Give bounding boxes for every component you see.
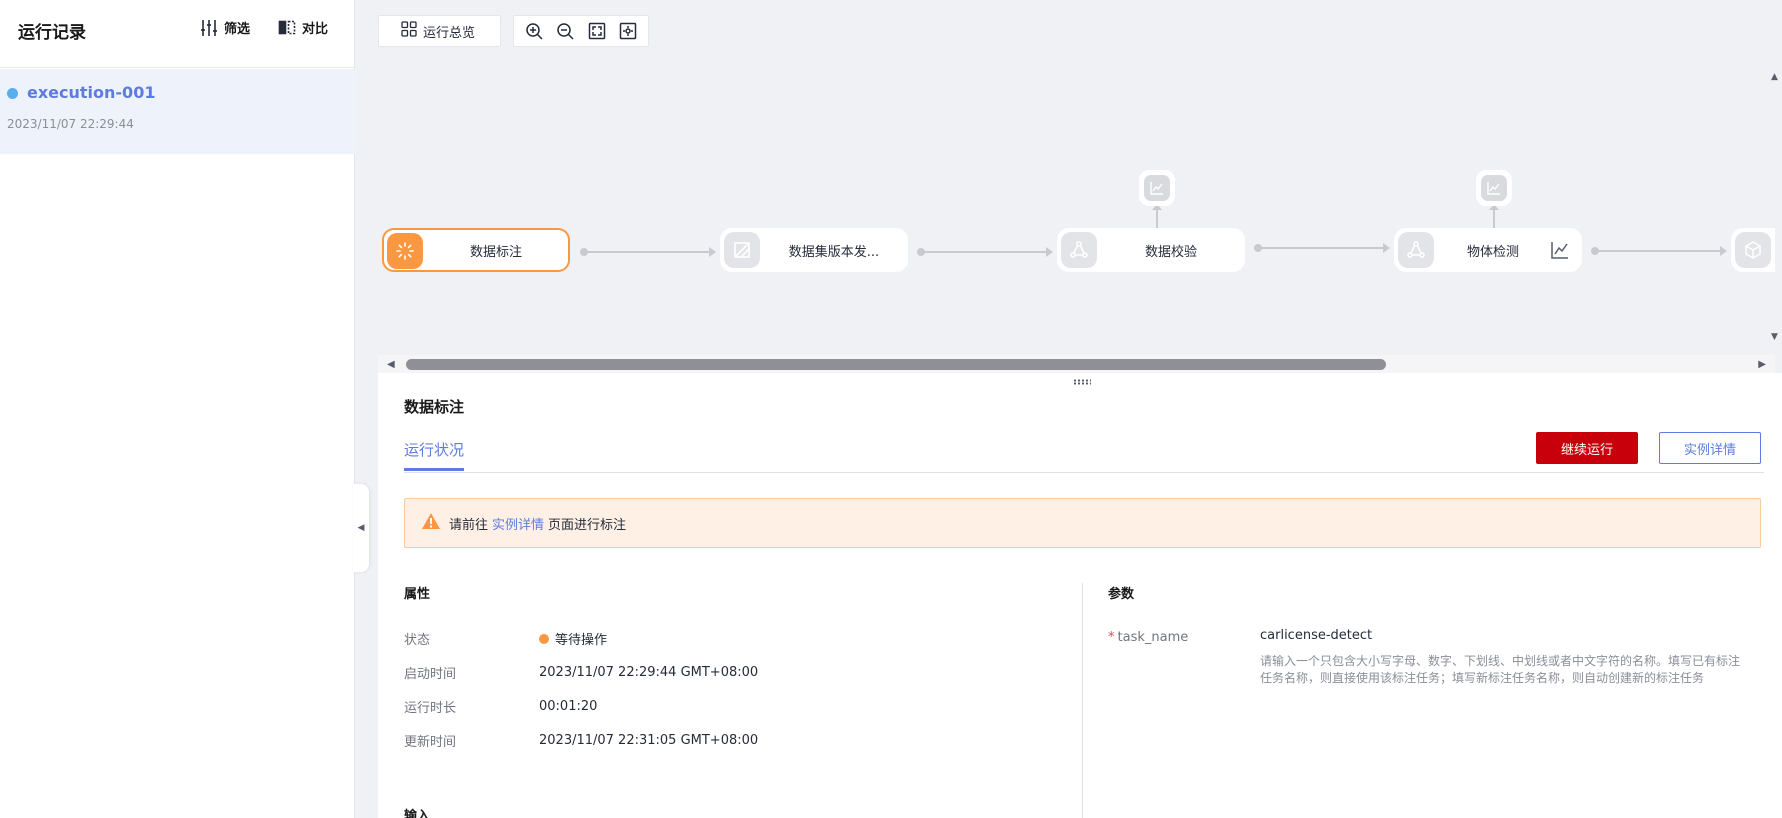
attr-row-update-time: 更新时间 2023/11/07 22:31:05 GMT+08:00: [404, 731, 758, 750]
param-hint: 请输入一个只包含大小写字母、数字、下划线、中划线或者中文字符的名称。填写已有标注…: [1260, 654, 1741, 685]
zoom-in-icon[interactable]: [522, 19, 546, 43]
line-chart-icon: [1144, 175, 1170, 201]
canvas-vertical-scrollbar[interactable]: ▲ ▼: [1770, 72, 1782, 342]
caret-right-icon[interactable]: ▶: [1758, 359, 1766, 370]
workflow-icon: [1061, 232, 1097, 268]
required-mark: *: [1108, 630, 1115, 645]
status-dot: [539, 633, 549, 644]
compare-label: 对比: [302, 22, 329, 37]
loading-icon: [387, 233, 423, 269]
alert-suffix: 页面进行标注: [548, 517, 627, 533]
node-label: 数据标注: [469, 244, 522, 260]
zoom-toolbar: [513, 15, 649, 47]
scrollbar-thumb[interactable]: [406, 359, 1386, 370]
metrics-node[interactable]: [1476, 170, 1512, 206]
attr-value: 00:01:20: [539, 699, 598, 714]
attr-key: 更新时间: [404, 735, 457, 750]
warning-icon: [421, 512, 441, 534]
tab-divider: [404, 472, 1764, 473]
param-key: * task_name: [1108, 630, 1188, 645]
attr-value: 2023/11/07 22:29:44 GMT+08:00: [539, 665, 759, 680]
pipeline-node-next[interactable]: [1731, 228, 1775, 272]
caret-left-icon[interactable]: ◀: [387, 359, 395, 370]
continue-run-button[interactable]: 继续运行: [1536, 432, 1638, 464]
grid-icon: [401, 21, 417, 41]
status-text: 等待操作: [555, 633, 608, 648]
overview-button[interactable]: 运行总览: [378, 15, 501, 47]
input-title: 输入: [404, 809, 431, 818]
pipeline-link-up: [1152, 204, 1162, 228]
filter-label: 筛选: [224, 22, 251, 37]
pipeline-edge: [1254, 243, 1390, 253]
attr-row-status: 状态 等待操作: [404, 629, 607, 648]
node-label: 物体检测: [1466, 244, 1519, 260]
node-label: 数据校验: [1144, 244, 1197, 260]
filter-icon: [200, 19, 218, 37]
pipeline-node-object-detection[interactable]: 物体检测: [1394, 228, 1582, 272]
attr-row-duration: 运行时长 00:01:20: [404, 697, 597, 716]
alert-banner: 请前往 实例详情 页面进行标注: [404, 498, 1761, 548]
alert-prefix: 请前往: [449, 517, 489, 533]
node-detail-panel: 数据标注 运行状况 继续运行 实例详情 请前往 实例详情 页面进行标注 属性 状…: [378, 373, 1782, 818]
attr-key: 状态: [404, 633, 431, 648]
instance-details-button[interactable]: 实例详情: [1659, 432, 1761, 464]
pipeline-edge: [580, 247, 716, 257]
line-chart-icon: [1481, 175, 1507, 201]
caret-left-icon: ◀: [357, 523, 365, 533]
filter-button[interactable]: 筛选: [200, 18, 250, 37]
run-list-item[interactable]: execution-001 2023/11/07 22:29:44: [0, 69, 355, 154]
sidebar-title: 运行记录: [18, 23, 86, 43]
pipeline-edge: [1591, 246, 1727, 256]
zoom-out-icon[interactable]: [553, 19, 577, 43]
pipeline-node-dataset-release[interactable]: 数据集版本发...: [720, 228, 908, 272]
attr-key: 运行时长: [404, 701, 457, 716]
attributes-title: 属性: [404, 587, 431, 602]
parameters-title: 参数: [1108, 587, 1135, 602]
pipeline-node-data-validation[interactable]: 数据校验: [1057, 228, 1245, 272]
cube-icon: [1735, 232, 1771, 268]
fit-screen-icon[interactable]: [585, 19, 609, 43]
alert-instance-link[interactable]: 实例详情: [492, 514, 544, 533]
dataset-icon: [724, 232, 760, 268]
pipeline-canvas: 数据标注 数据集版本发... 数据校验 物体检测: [355, 60, 1775, 355]
caret-down-icon[interactable]: ▼: [1771, 332, 1778, 342]
panel-title: 数据标注: [404, 398, 465, 416]
tab-run-status[interactable]: 运行状况: [404, 439, 465, 471]
node-label: 数据集版本发...: [788, 244, 880, 260]
compare-button[interactable]: 对比: [278, 18, 328, 37]
workflow-icon: [1398, 232, 1434, 268]
pipeline-edge: [917, 247, 1053, 257]
pipeline-node-data-labeling[interactable]: 数据标注: [382, 228, 570, 272]
attr-row-start-time: 启动时间 2023/11/07 22:29:44 GMT+08:00: [404, 663, 758, 682]
attr-value: 等待操作: [539, 629, 607, 648]
run-time: 2023/11/07 22:29:44: [7, 117, 134, 131]
sidebar-header: 运行记录 筛选 对比: [0, 0, 355, 68]
sidebar-collapse-handle[interactable]: ◀: [353, 484, 369, 572]
param-value[interactable]: carlicense-detect: [1260, 628, 1372, 643]
overview-label: 运行总览: [423, 25, 476, 41]
pipeline-link-up: [1489, 204, 1499, 228]
section-divider: [1082, 583, 1083, 818]
caret-up-icon[interactable]: ▲: [1771, 72, 1778, 82]
run-status-dot: [7, 88, 18, 99]
metrics-node[interactable]: [1139, 170, 1175, 206]
resize-handle[interactable]: [1073, 379, 1091, 385]
canvas-horizontal-scrollbar[interactable]: ◀ ▶: [378, 355, 1775, 373]
run-records-sidebar: 运行记录 筛选 对比 execution-001 2023/11/07 22:2…: [0, 0, 355, 818]
compare-icon: [278, 19, 296, 37]
line-chart-icon[interactable]: [1550, 240, 1570, 264]
attr-value: 2023/11/07 22:31:05 GMT+08:00: [539, 733, 759, 748]
run-name: execution-001: [27, 83, 156, 102]
param-key-text: task_name: [1117, 630, 1189, 645]
attr-key: 启动时间: [404, 667, 457, 682]
center-icon[interactable]: [616, 19, 640, 43]
